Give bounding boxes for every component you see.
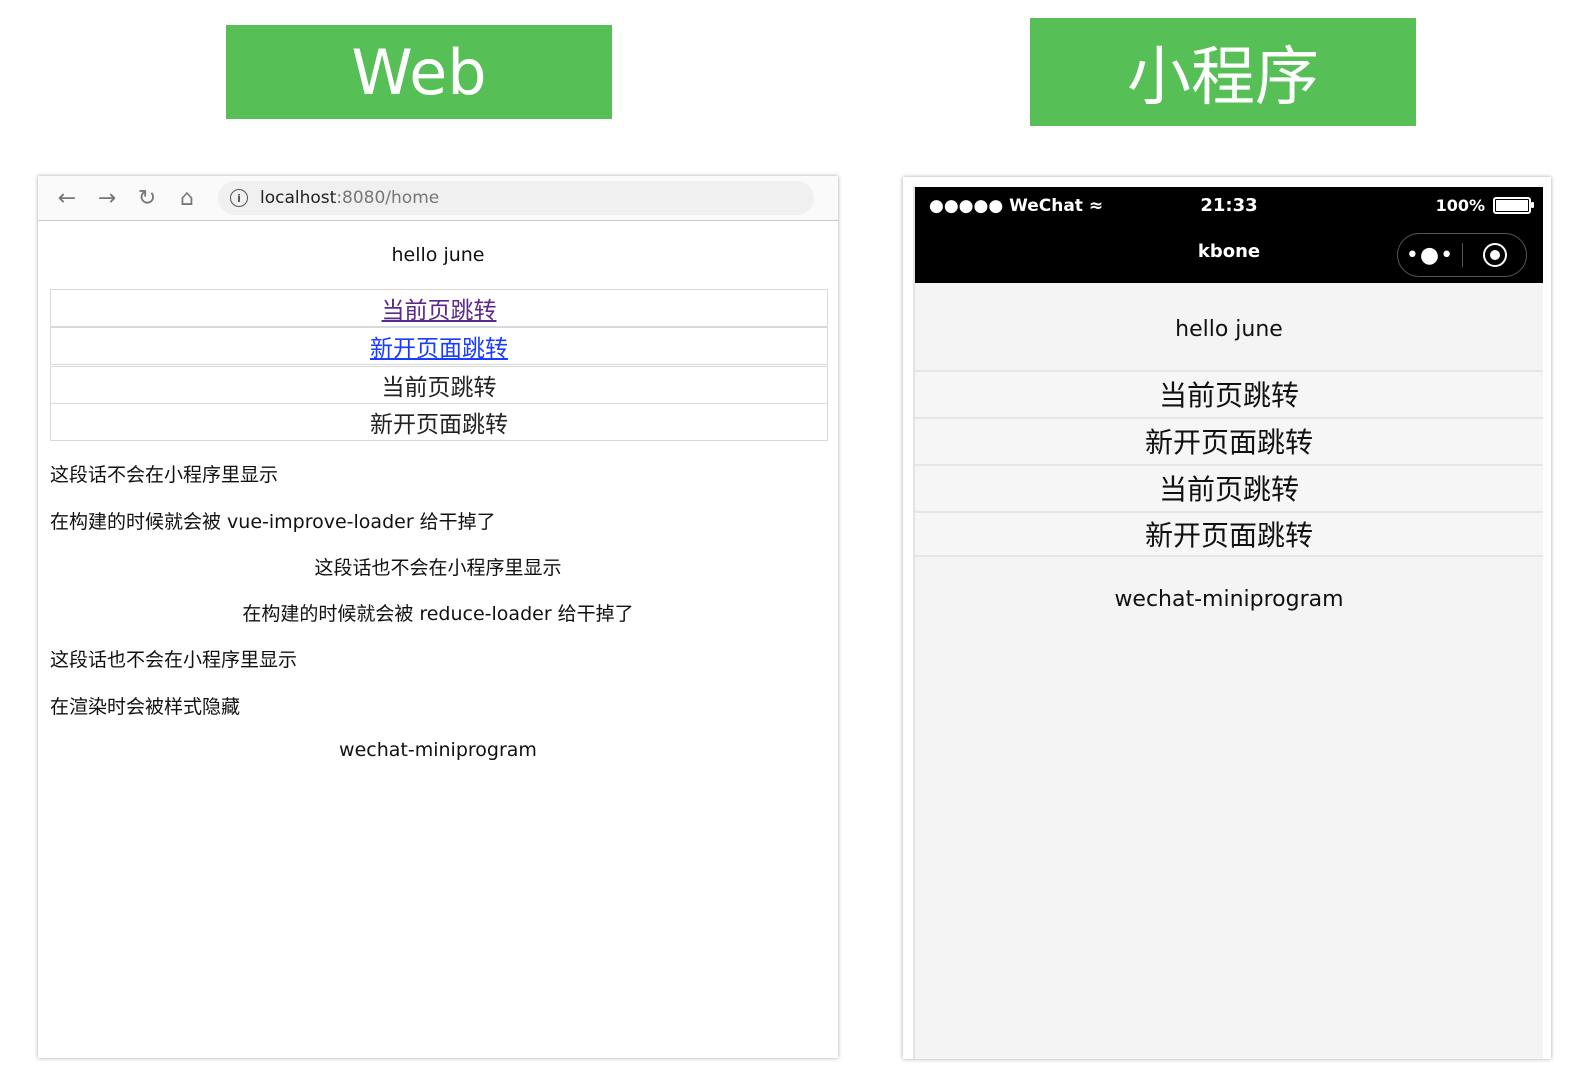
web-banner-label: Web: [351, 35, 487, 109]
battery-percent: 100%: [1435, 196, 1485, 215]
web-banner: Web: [226, 25, 612, 119]
capsule-close-button[interactable]: [1463, 243, 1526, 267]
back-arrow-icon[interactable]: ←: [52, 183, 82, 213]
web-footer-text: wechat-miniprogram: [339, 739, 537, 761]
mp-hello-text: hello june: [1175, 317, 1283, 342]
web-text-line: 这段话不会在小程序里显示: [50, 464, 279, 486]
capsule-menu: •●•: [1397, 233, 1527, 277]
web-text-line: 在渲染时会被样式隐藏: [50, 696, 241, 718]
mp-footer-text: wechat-miniprogram: [1114, 587, 1344, 612]
mp-button-new-page[interactable]: 新开页面跳转: [915, 511, 1543, 557]
web-link-new-page[interactable]: 新开页面跳转: [50, 327, 828, 365]
forward-arrow-icon[interactable]: →: [92, 183, 122, 213]
url-host: localhost: [260, 188, 337, 208]
web-browser-window: ← → ↻ ⌂ i localhost:8080/home hello june…: [38, 176, 838, 1058]
more-dots-icon[interactable]: •●•: [1398, 243, 1462, 268]
mp-button-current-page[interactable]: 当前页跳转: [915, 370, 1543, 416]
web-text-line: 这段话也不会在小程序里显示: [314, 557, 562, 579]
web-text-line: 在构建的时候就会被 reduce-loader 给干掉了: [242, 603, 634, 625]
reload-icon[interactable]: ↻: [132, 183, 162, 213]
miniprogram-screen: ●●●●● WeChat ≈ 21:33 100% kbone •●• hell…: [913, 187, 1543, 1059]
home-icon[interactable]: ⌂: [172, 183, 202, 213]
browser-toolbar: ← → ↻ ⌂ i localhost:8080/home: [38, 176, 838, 221]
address-bar[interactable]: i localhost:8080/home: [218, 181, 814, 215]
info-icon[interactable]: i: [230, 189, 248, 207]
target-icon[interactable]: [1482, 243, 1507, 267]
web-link-label[interactable]: 当前页跳转: [382, 291, 497, 325]
hello-text: hello june: [391, 244, 485, 266]
web-button-new-page[interactable]: 新开页面跳转: [50, 403, 828, 441]
web-link-label[interactable]: 新开页面跳转: [370, 329, 508, 363]
url-path: :8080/home: [336, 188, 440, 208]
web-button-label: 新开页面跳转: [370, 412, 508, 438]
miniprogram-banner-label: 小程序: [1127, 41, 1319, 115]
miniprogram-banner: 小程序: [1030, 18, 1416, 126]
mp-button-current-page[interactable]: 当前页跳转: [915, 464, 1543, 510]
miniprogram-frame: ●●●●● WeChat ≈ 21:33 100% kbone •●• hell…: [903, 177, 1551, 1059]
web-button-current-page[interactable]: 当前页跳转: [50, 366, 828, 404]
web-button-label: 当前页跳转: [381, 375, 497, 401]
web-text-line: 在构建的时候就会被 vue-improve-loader 给干掉了: [50, 511, 496, 533]
status-battery: 100%: [1435, 196, 1534, 215]
battery-icon: [1493, 197, 1534, 214]
web-link-current-page[interactable]: 当前页跳转: [50, 289, 828, 327]
mp-button-new-page[interactable]: 新开页面跳转: [915, 417, 1543, 463]
miniprogram-header: ●●●●● WeChat ≈ 21:33 100% kbone •●•: [915, 187, 1543, 283]
web-text-line: 这段话也不会在小程序里显示: [50, 649, 298, 671]
